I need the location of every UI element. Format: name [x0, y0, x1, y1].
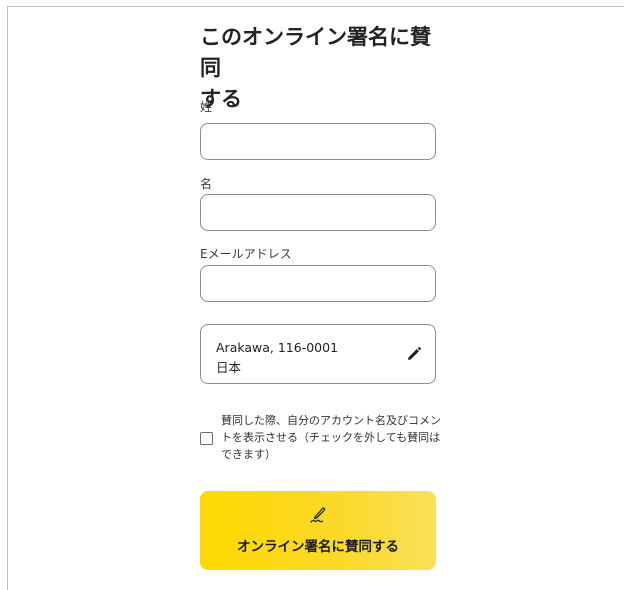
email-label: Eメールアドレス [200, 247, 292, 261]
location-box: Arakawa, 116-0001 日本 [200, 324, 436, 384]
sign-petition-button-label: オンライン署名に賛同する [237, 539, 399, 554]
petition-sign-form: このオンライン署名に賛同 する 姓 名 Eメールアドレス Arakawa, 11… [200, 22, 441, 570]
email-input[interactable] [200, 265, 436, 302]
comment-consent-text: 賛同した際、自分のアカウント名及びコメントを表示させる（チェックを外しても賛同は… [221, 414, 441, 461]
first-name-input[interactable] [200, 194, 436, 231]
comment-consent-checkbox[interactable] [200, 432, 213, 445]
sign-petition-button[interactable]: オンライン署名に賛同する [200, 491, 436, 570]
last-name-input[interactable] [200, 123, 436, 160]
pencil-icon[interactable] [405, 345, 423, 363]
location-country: 日本 [216, 360, 242, 375]
first-name-label: 名 [200, 177, 213, 191]
form-title-line1: このオンライン署名に賛同 [200, 25, 431, 80]
location-city-postcode: Arakawa, 116-0001 [216, 340, 339, 355]
form-title: このオンライン署名に賛同 する [200, 22, 436, 115]
last-name-label: 姓 [200, 100, 213, 114]
signature-pen-icon [308, 505, 328, 525]
